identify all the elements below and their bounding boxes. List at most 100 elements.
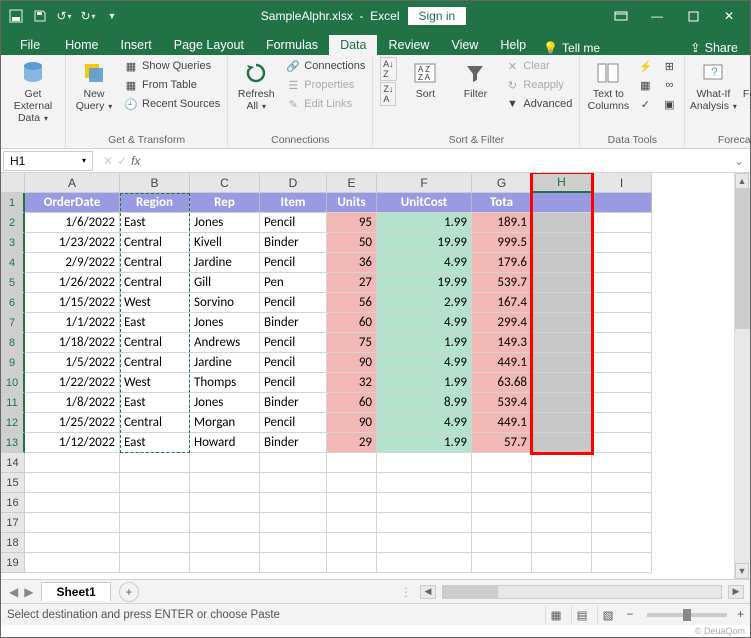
cell[interactable] (190, 453, 260, 473)
cell[interactable] (592, 433, 652, 453)
cell[interactable]: 63.68 (472, 373, 532, 393)
cell[interactable]: 449.1 (472, 353, 532, 373)
cell[interactable]: 1/8/2022 (25, 393, 120, 413)
cell[interactable]: West (120, 373, 190, 393)
cell[interactable]: OrderDate (25, 193, 120, 213)
row-header[interactable]: 10 (1, 373, 25, 393)
cell[interactable]: Pencil (260, 353, 327, 373)
enter-formula-icon[interactable]: ✓ (117, 154, 127, 168)
cell[interactable]: Jardine (190, 253, 260, 273)
row-header[interactable]: 1 (1, 193, 25, 213)
name-box[interactable]: H1▾ (3, 151, 93, 171)
cell[interactable]: 4.99 (377, 353, 472, 373)
maximize-icon[interactable] (676, 5, 710, 27)
cell[interactable]: Binder (260, 313, 327, 333)
tab-data[interactable]: Data (329, 35, 377, 55)
cell[interactable]: Pencil (260, 253, 327, 273)
cell[interactable]: 56 (327, 293, 377, 313)
cell[interactable] (592, 333, 652, 353)
cell[interactable] (25, 553, 120, 573)
cell[interactable] (532, 493, 592, 513)
cell[interactable] (592, 553, 652, 573)
column-header[interactable]: H (532, 173, 592, 193)
cell[interactable]: 4.99 (377, 253, 472, 273)
cell[interactable] (377, 513, 472, 533)
new-query-button[interactable]: NewQuery ▾ (70, 57, 118, 112)
cell[interactable]: Region (120, 193, 190, 213)
cell[interactable]: Central (120, 273, 190, 293)
cell[interactable] (260, 453, 327, 473)
column-header[interactable]: F (377, 173, 472, 193)
row-header[interactable]: 14 (1, 453, 25, 473)
cell[interactable] (592, 513, 652, 533)
edit-links-button[interactable]: ✎Edit Links (282, 95, 368, 113)
cell[interactable]: Jones (190, 213, 260, 233)
cell[interactable] (532, 413, 592, 433)
tab-formulas[interactable]: Formulas (255, 35, 329, 55)
cell[interactable]: Binder (260, 233, 327, 253)
text-to-columns-button[interactable]: Text toColumns (584, 57, 632, 112)
cell[interactable]: 1/5/2022 (25, 353, 120, 373)
zoom-slider[interactable] (647, 613, 727, 617)
cell[interactable]: 1.99 (377, 213, 472, 233)
cell[interactable] (327, 473, 377, 493)
cell[interactable]: 57.7 (472, 433, 532, 453)
cell[interactable]: Tota (472, 193, 532, 213)
scroll-thumb[interactable] (443, 586, 498, 598)
data-validation-button[interactable]: ✓ (634, 95, 656, 113)
cell[interactable] (260, 493, 327, 513)
cell[interactable] (592, 413, 652, 433)
cell[interactable] (25, 473, 120, 493)
row-header[interactable]: 3 (1, 233, 25, 253)
cell[interactable] (377, 493, 472, 513)
get-external-data-button[interactable]: Get ExternalData ▾ (5, 57, 61, 124)
cell[interactable]: 149.3 (472, 333, 532, 353)
cell[interactable] (532, 213, 592, 233)
fx-icon[interactable]: fx (131, 154, 140, 168)
cell[interactable] (120, 473, 190, 493)
tell-me-search[interactable]: 💡 Tell me (543, 41, 600, 55)
cell[interactable]: UnitCost (377, 193, 472, 213)
cell[interactable]: Central (120, 413, 190, 433)
column-header[interactable]: G (472, 173, 532, 193)
cell[interactable] (260, 553, 327, 573)
cell[interactable] (190, 553, 260, 573)
cell[interactable]: 539.4 (472, 393, 532, 413)
cell[interactable]: Rep (190, 193, 260, 213)
sign-in-button[interactable]: Sign in (408, 7, 467, 25)
cell[interactable]: 4.99 (377, 413, 472, 433)
clear-filter-button[interactable]: ✕Clear (501, 57, 575, 75)
undo-icon[interactable]: ↺▾ (53, 5, 75, 27)
cell[interactable] (260, 513, 327, 533)
row-header[interactable]: 19 (1, 553, 25, 573)
cell[interactable]: 189.1 (472, 213, 532, 233)
column-header[interactable]: A (25, 173, 120, 193)
remove-dup-button[interactable]: ▦ (634, 76, 656, 94)
row-header[interactable]: 12 (1, 413, 25, 433)
cell[interactable] (532, 293, 592, 313)
sheet-tab[interactable]: Sheet1 (41, 582, 110, 601)
cell[interactable]: 1.99 (377, 433, 472, 453)
column-header[interactable]: C (190, 173, 260, 193)
cell[interactable] (532, 353, 592, 373)
data-model-button[interactable]: ▣ (658, 95, 680, 113)
cell[interactable]: Central (120, 253, 190, 273)
cell[interactable]: Binder (260, 433, 327, 453)
cell[interactable] (25, 513, 120, 533)
cell[interactable]: 1/23/2022 (25, 233, 120, 253)
save-icon[interactable] (29, 5, 51, 27)
scroll-thumb[interactable] (735, 189, 750, 329)
cell[interactable]: Andrews (190, 333, 260, 353)
cell[interactable]: 1/1/2022 (25, 313, 120, 333)
cell[interactable] (472, 513, 532, 533)
page-break-view-icon[interactable]: ▧ (597, 606, 619, 624)
tab-insert[interactable]: Insert (110, 35, 163, 55)
from-table-button[interactable]: ▦From Table (120, 76, 223, 94)
tab-page-layout[interactable]: Page Layout (163, 35, 255, 55)
cell[interactable]: Sorvino (190, 293, 260, 313)
scroll-up-icon[interactable]: ▲ (735, 173, 749, 189)
cell[interactable] (592, 473, 652, 493)
minimize-icon[interactable]: — (640, 5, 674, 27)
cell[interactable]: Item (260, 193, 327, 213)
cell[interactable] (190, 513, 260, 533)
